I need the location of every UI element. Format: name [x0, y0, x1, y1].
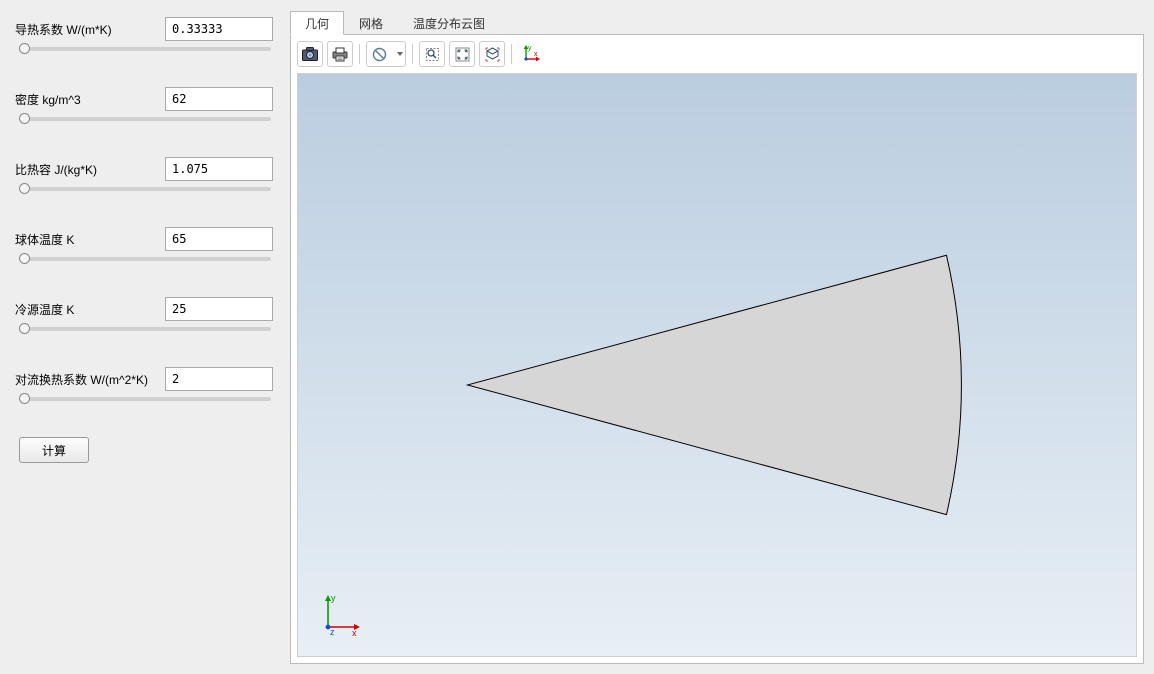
param-label: 密度 kg/m^3: [15, 91, 165, 108]
sphere-temp-input[interactable]: [165, 227, 273, 251]
cold-source-temp-slider[interactable]: [15, 327, 280, 345]
convection-coef-slider[interactable]: [15, 397, 280, 415]
density-slider[interactable]: [15, 117, 280, 135]
param-label: 导热系数 W/(m*K): [15, 21, 165, 38]
toolbar-axis-indicator: x y: [518, 41, 544, 67]
specific-heat-slider[interactable]: [15, 187, 280, 205]
tab-geometry[interactable]: 几何: [290, 11, 344, 35]
toolbar-separator: [359, 44, 360, 64]
axis-z-label: z: [330, 627, 335, 637]
param-row-thermal-conductivity: 导热系数 W/(m*K): [15, 15, 280, 43]
parameter-panel: 导热系数 W/(m*K) 密度 kg/m^3 比热容 J/(kg*K) 球体温度…: [0, 0, 290, 674]
compute-button[interactable]: 计算: [19, 437, 89, 463]
geometry-shape: [298, 74, 1136, 656]
geometry-viewport[interactable]: y x z: [297, 73, 1137, 657]
param-label: 比热容 J/(kg*K): [15, 161, 165, 178]
snapshot-button[interactable]: [297, 41, 323, 67]
svg-text:x: x: [534, 51, 538, 58]
tab-temperature-contour[interactable]: 温度分布云图: [398, 11, 500, 35]
param-label: 球体温度 K: [15, 231, 165, 248]
zoom-selected-button[interactable]: [479, 41, 505, 67]
scene-light-icon: [372, 47, 387, 62]
chevron-down-icon: [397, 52, 403, 56]
zoom-selected-icon: [485, 47, 500, 62]
axis-x-label: x: [352, 628, 357, 638]
scene-light-button[interactable]: [366, 41, 406, 67]
print-icon: [332, 47, 348, 62]
zoom-box-icon: [425, 47, 440, 62]
param-row-density: 密度 kg/m^3: [15, 85, 280, 113]
convection-coef-input[interactable]: [165, 367, 273, 391]
density-input[interactable]: [165, 87, 273, 111]
zoom-box-button[interactable]: [419, 41, 445, 67]
snapshot-icon: [302, 47, 318, 61]
specific-heat-input[interactable]: [165, 157, 273, 181]
svg-text:y: y: [528, 45, 532, 52]
param-label: 对流换热系数 W/(m^2*K): [15, 371, 165, 388]
zoom-extents-icon: [455, 47, 470, 62]
toolbar-separator: [511, 44, 512, 64]
viewport-toolbar: x y: [297, 41, 544, 67]
right-panel: 几何 网格 温度分布云图: [290, 0, 1154, 674]
param-row-sphere-temp: 球体温度 K: [15, 225, 280, 253]
view-tabs: 几何 网格 温度分布云图: [290, 10, 1144, 34]
sphere-temp-slider[interactable]: [15, 257, 280, 275]
cold-source-temp-input[interactable]: [165, 297, 273, 321]
param-row-convection-coef: 对流换热系数 W/(m^2*K): [15, 365, 280, 393]
axis-y-label: y: [331, 593, 336, 603]
thermal-conductivity-slider[interactable]: [15, 47, 280, 65]
param-row-specific-heat: 比热容 J/(kg*K): [15, 155, 280, 183]
param-row-cold-source-temp: 冷源温度 K: [15, 295, 280, 323]
thermal-conductivity-input[interactable]: [165, 17, 273, 41]
param-label: 冷源温度 K: [15, 301, 165, 318]
viewport-container: x y y x z: [290, 34, 1144, 664]
tab-mesh[interactable]: 网格: [344, 11, 398, 35]
axis-icon: x y: [520, 43, 542, 65]
print-button[interactable]: [327, 41, 353, 67]
coordinate-triad: y x z: [316, 591, 364, 642]
zoom-extents-button[interactable]: [449, 41, 475, 67]
toolbar-separator: [412, 44, 413, 64]
